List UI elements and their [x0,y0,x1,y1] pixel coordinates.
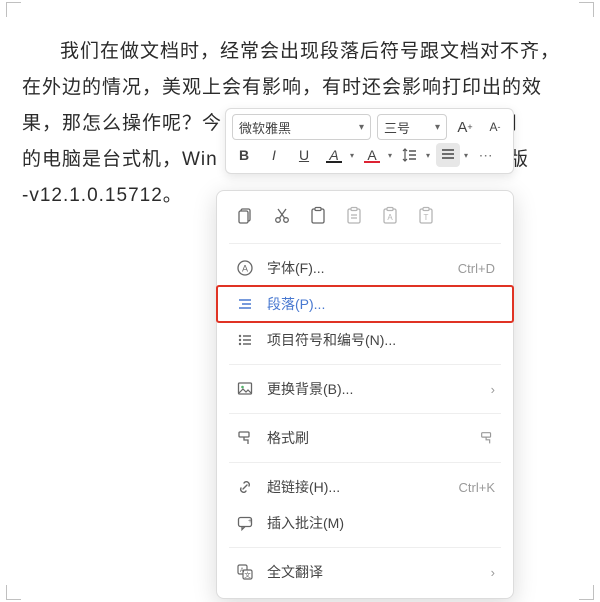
menu-item-paragraph[interactable]: 段落(P)... [217,286,513,322]
font-family-dropdown[interactable]: 微软雅黑 ▾ [232,114,371,140]
menu-label: 更换背景(B)... [267,379,479,399]
link-icon [235,477,255,497]
clipboard-row: A T [217,199,513,237]
chevron-down-icon[interactable]: ▾ [388,151,392,160]
paste-text-button[interactable]: T [415,205,437,227]
paste-special-button[interactable] [343,205,365,227]
chevron-down-icon: ▾ [353,122,364,133]
separator [229,364,501,365]
menu-label: 插入批注(M) [267,513,495,533]
copy-icon [236,206,256,226]
chevron-down-icon[interactable]: ▾ [464,151,468,160]
separator [229,413,501,414]
page-corner-top-left [6,2,21,17]
highlight-color-button[interactable]: A [322,143,346,167]
separator [229,462,501,463]
menu-shortcut: Ctrl+K [459,480,495,495]
decrease-font-button[interactable]: A- [483,115,507,139]
image-icon [235,379,255,399]
separator [229,547,501,548]
alignment-button[interactable] [436,143,460,167]
svg-text:+: + [248,518,252,525]
italic-button[interactable]: I [262,143,286,167]
chevron-right-icon: › [491,565,495,580]
font-family-value: 微软雅黑 [239,118,291,137]
clipboard-lines-icon [344,206,364,226]
chevron-right-icon: › [491,382,495,397]
menu-item-translate[interactable]: A文 全文翻译 › [217,554,513,590]
font-icon: A [235,258,255,278]
menu-label: 段落(P)... [267,294,495,314]
menu-item-format-painter[interactable]: 格式刷 [217,420,513,456]
comment-icon: + [235,513,255,533]
paragraph-icon [235,294,255,314]
menu-shortcut: Ctrl+D [458,261,495,276]
chevron-down-icon[interactable]: ▾ [426,151,430,160]
menu-item-background[interactable]: 更换背景(B)... › [217,371,513,407]
copy-button[interactable] [235,205,257,227]
bullet-list-icon [235,330,255,350]
clipboard-a-icon: A [380,206,400,226]
menu-label: 格式刷 [267,428,467,448]
menu-item-font[interactable]: A 字体(F)... Ctrl+D [217,250,513,286]
mini-format-toolbar: 微软雅黑 ▾ 三号 ▾ A+ A- B I U A ▾ A ▾ [225,108,514,174]
bold-button[interactable]: B [232,143,256,167]
increase-font-button[interactable]: A+ [453,115,477,139]
menu-item-hyperlink[interactable]: 超链接(H)... Ctrl+K [217,469,513,505]
paste-button[interactable] [307,205,329,227]
doc-frag-2d: -v12.1.0.15712。 [22,185,183,206]
format-painter-alt-icon[interactable] [479,430,495,446]
menu-item-comment[interactable]: + 插入批注(M) [217,505,513,541]
clipboard-text-icon: T [416,206,436,226]
svg-text:文: 文 [244,570,251,579]
svg-text:T: T [424,213,429,222]
page-corner-top-right [579,2,594,17]
cut-button[interactable] [271,205,293,227]
more-options-button[interactable]: ⋯ [474,143,498,167]
doc-frag-2b: 的电脑是台式机，Win [22,149,218,170]
svg-text:A: A [387,213,393,222]
menu-label: 项目符号和编号(N)... [267,330,495,350]
page-corner-bottom-left [6,585,21,600]
menu-label: 全文翻译 [267,562,479,582]
line-spacing-button[interactable] [398,143,422,167]
align-justify-icon [440,147,456,163]
page-corner-bottom-right [579,585,594,600]
format-painter-icon [235,428,255,448]
font-color-swatch [364,161,380,163]
menu-item-bullets[interactable]: 项目符号和编号(N)... [217,322,513,358]
line-spacing-icon [402,147,418,163]
menu-label: 超链接(H)... [267,477,447,497]
translate-icon: A文 [235,562,255,582]
font-size-value: 三号 [384,118,410,137]
scissors-icon [272,206,292,226]
menu-label: 字体(F)... [267,258,446,278]
font-size-dropdown[interactable]: 三号 ▾ [377,114,447,140]
context-menu: A T A 字体(F)... Ctrl+D 段落(P)... 项目符号和编号(N… [216,190,514,599]
chevron-down-icon: ▾ [429,122,440,133]
svg-text:A: A [242,264,248,274]
underline-button[interactable]: U [292,143,316,167]
font-color-button[interactable]: A [360,143,384,167]
clipboard-icon [308,206,328,226]
chevron-down-icon[interactable]: ▾ [350,151,354,160]
separator [229,243,501,244]
highlight-swatch [326,161,342,163]
paste-format-button[interactable]: A [379,205,401,227]
